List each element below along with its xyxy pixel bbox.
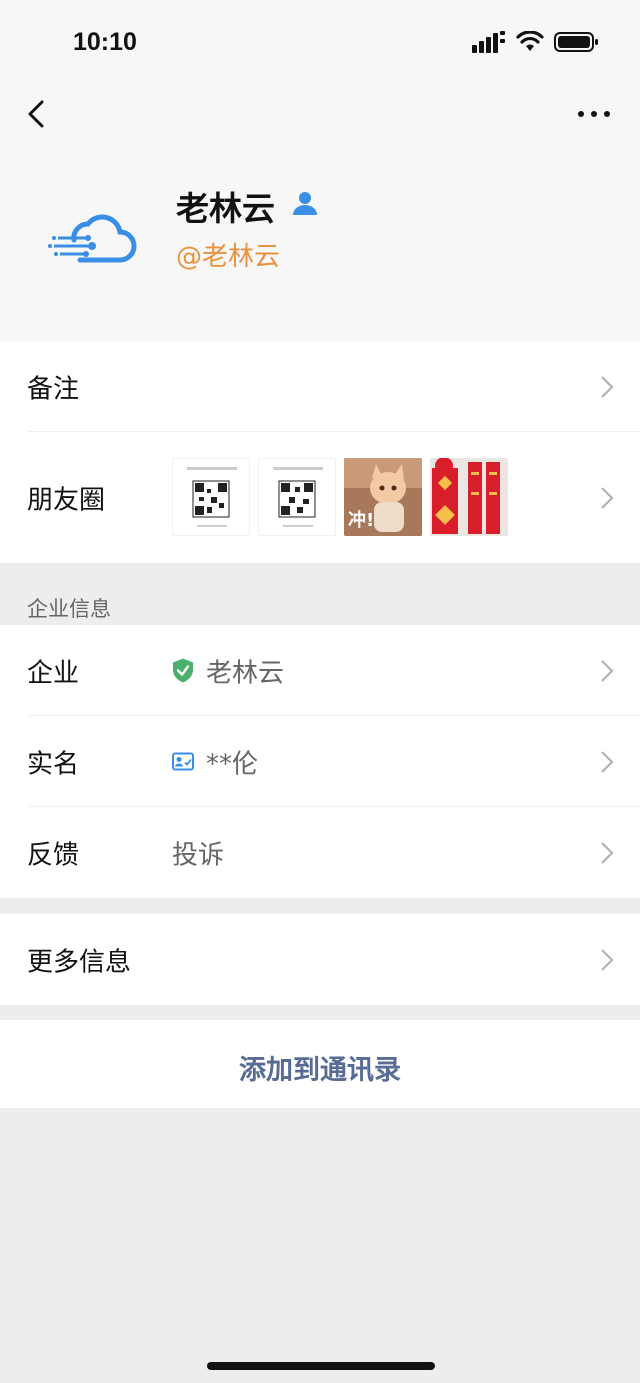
more-options-icon[interactable] bbox=[576, 100, 612, 128]
moments-thumbnail-couplets bbox=[430, 458, 508, 536]
chevron-right-icon bbox=[601, 486, 614, 509]
cellular-signal-icon bbox=[472, 31, 505, 53]
company-row[interactable]: 企业 老林云 bbox=[0, 625, 640, 716]
chevron-right-icon bbox=[601, 750, 614, 773]
realname-row[interactable]: 实名 **伦 bbox=[0, 716, 640, 807]
profile-header: 老林云 @老林云 bbox=[0, 144, 640, 341]
home-indicator bbox=[207, 1362, 435, 1370]
wifi-icon bbox=[516, 31, 544, 51]
enterprise-section-title: 企业信息 bbox=[27, 597, 111, 621]
profile-name: 老林云 bbox=[176, 189, 275, 228]
company-label: 企业 bbox=[27, 658, 80, 688]
feedback-value: 投诉 bbox=[172, 834, 224, 871]
profile-handle: @老林云 bbox=[176, 242, 281, 272]
moments-thumb-overlay-text: 冲! bbox=[348, 509, 374, 531]
add-to-contacts-label: 添加到通讯录 bbox=[239, 1055, 401, 1086]
remark-label: 备注 bbox=[27, 374, 80, 404]
nav-bar bbox=[0, 84, 640, 144]
chevron-right-icon bbox=[601, 948, 614, 971]
feedback-row[interactable]: 反馈 投诉 bbox=[0, 807, 640, 898]
battery-icon bbox=[554, 32, 598, 52]
more-info-row[interactable]: 更多信息 bbox=[0, 914, 640, 1005]
moments-thumbnails: 冲! bbox=[172, 458, 508, 536]
enterprise-contact-icon bbox=[293, 192, 317, 215]
chevron-right-icon bbox=[601, 375, 614, 398]
contact-rows-group: 备注 朋友圈 冲! bbox=[0, 341, 640, 563]
chevron-right-icon bbox=[601, 841, 614, 864]
add-to-contacts-button[interactable]: 添加到通讯录 bbox=[0, 1020, 640, 1108]
remark-row[interactable]: 备注 bbox=[0, 341, 640, 432]
realname-label: 实名 bbox=[27, 749, 80, 779]
verified-shield-icon bbox=[173, 658, 193, 683]
status-bar: 10:10 bbox=[0, 0, 640, 84]
status-time: 10:10 bbox=[73, 28, 137, 56]
realname-text: **伦 bbox=[206, 749, 259, 779]
more-info-label: 更多信息 bbox=[27, 947, 132, 977]
company-value: 老林云 bbox=[172, 652, 284, 689]
moments-thumbnail-qr-2 bbox=[258, 458, 336, 536]
realname-value: **伦 bbox=[172, 743, 258, 780]
complaint-text: 投诉 bbox=[172, 840, 225, 870]
feedback-label: 反馈 bbox=[27, 840, 80, 870]
moments-label: 朋友圈 bbox=[27, 485, 106, 515]
status-icons bbox=[472, 30, 600, 54]
back-arrow-icon[interactable] bbox=[22, 96, 54, 132]
enterprise-section-header: 企业信息 bbox=[0, 565, 640, 625]
avatar[interactable] bbox=[48, 202, 138, 282]
enterprise-rows-group: 企业 老林云 实名 **伦 反馈 投诉 bbox=[0, 625, 640, 898]
chevron-right-icon bbox=[601, 659, 614, 682]
company-name: 老林云 bbox=[206, 658, 285, 688]
moments-thumbnail-cat: 冲! bbox=[344, 458, 422, 536]
more-info-group: 更多信息 bbox=[0, 914, 640, 1005]
id-card-icon bbox=[172, 752, 194, 771]
moments-thumbnail-qr-1 bbox=[172, 458, 250, 536]
moments-row[interactable]: 朋友圈 冲! bbox=[0, 432, 640, 563]
